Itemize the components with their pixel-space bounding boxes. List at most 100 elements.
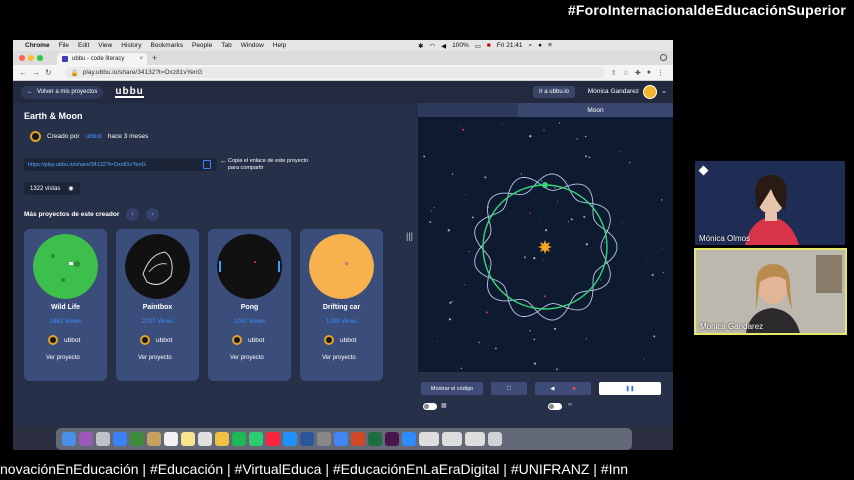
project-card[interactable]: Pong 1097 Views ubbot Ver proyecto <box>208 229 291 381</box>
music-icon[interactable] <box>266 432 280 446</box>
project-card[interactable]: Wild Life 1663 Views ubbot Ver proyecto <box>24 229 107 381</box>
copy-icon[interactable] <box>203 160 211 169</box>
close-tab-icon[interactable]: × <box>139 56 143 62</box>
powerpoint-icon[interactable] <box>351 432 365 446</box>
grid-toggle[interactable] <box>423 403 437 410</box>
bookmark-star-icon[interactable]: ☆ <box>623 69 629 77</box>
calendar-icon[interactable] <box>164 432 178 446</box>
project-stage[interactable] <box>418 117 673 372</box>
minimize-window-button[interactable] <box>28 55 34 61</box>
control-center-icon[interactable]: ≡ <box>548 42 552 49</box>
menu-file[interactable]: File <box>59 42 69 49</box>
clock[interactable]: Fri 21:41 <box>497 42 523 49</box>
participant-tile[interactable]: Mónica Olmos <box>695 161 845 245</box>
creator-name: ubbot <box>340 336 357 344</box>
star <box>533 338 536 341</box>
nav-buttons[interactable]: ←→↻ <box>19 68 57 77</box>
project-thumbnail[interactable] <box>217 234 282 299</box>
spotify-icon[interactable] <box>232 432 246 446</box>
slack-icon[interactable] <box>385 432 399 446</box>
messages-icon[interactable] <box>249 432 263 446</box>
flag-icon[interactable]: ■ <box>487 42 491 49</box>
menu-view[interactable]: View <box>98 42 112 49</box>
bluetooth-icon[interactable]: ✱ <box>418 42 423 50</box>
project-thumbnail[interactable] <box>33 234 98 299</box>
siri-icon[interactable]: ● <box>538 42 542 49</box>
fullscreen-button[interactable]: ⛶ <box>491 382 527 395</box>
word-icon[interactable] <box>300 432 314 446</box>
back-to-projects-button[interactable]: ← Volver a mis proyectos <box>21 85 104 99</box>
chrome-icon[interactable] <box>334 432 348 446</box>
safari-icon[interactable] <box>113 432 127 446</box>
menu-people[interactable]: People <box>192 42 212 49</box>
active-speaker-tile[interactable]: Monica Gandarez <box>694 248 847 335</box>
show-code-button[interactable]: Mostrar el código <box>421 382 483 395</box>
profile-menu-icon[interactable] <box>660 54 667 61</box>
star <box>448 318 452 321</box>
menu-edit[interactable]: Edit <box>78 42 89 49</box>
search-icon[interactable]: ⌕ <box>529 42 533 50</box>
extensions-icon[interactable]: ✚ <box>635 69 641 77</box>
avatar[interactable] <box>643 85 657 99</box>
menu-chrome[interactable]: Chrome <box>25 42 50 49</box>
project-thumbnail[interactable] <box>309 234 374 299</box>
new-tab-button[interactable]: + <box>152 53 157 63</box>
zoom-window-button[interactable] <box>37 55 43 61</box>
trash-icon[interactable] <box>488 432 502 446</box>
zoom-icon[interactable] <box>402 432 416 446</box>
chevron-down-icon[interactable]: ⌄ <box>661 87 667 95</box>
carousel-prev-button[interactable]: ‹ <box>126 208 139 221</box>
preview-icon[interactable] <box>130 432 144 446</box>
ubbu-logo[interactable]: ubbu <box>115 86 144 98</box>
browser-tab[interactable]: ubbu - code literacy × <box>57 53 147 65</box>
volume-icon[interactable]: ◀ <box>441 42 446 50</box>
view-project-link[interactable]: Ver proyecto <box>322 355 362 362</box>
menu-tab[interactable]: Tab <box>221 42 231 49</box>
close-window-button[interactable] <box>19 55 25 61</box>
carousel-next-button[interactable]: › <box>146 208 159 221</box>
tab-earth[interactable] <box>418 103 518 117</box>
share-link-field[interactable]: https://play.ubbu.io/share/34132?t=Oxz81… <box>24 158 217 171</box>
system-preferences-icon[interactable] <box>317 432 331 446</box>
view-project-link[interactable]: Ver proyecto <box>46 355 86 362</box>
app-store-icon[interactable] <box>283 432 297 446</box>
creator-link[interactable]: ubbot <box>86 133 102 140</box>
url-field[interactable]: 🔒 play.ubbu.io/share/34132?t=Oxz81vYenG <box>64 67 605 78</box>
menu-help[interactable]: Help <box>273 42 286 49</box>
star <box>604 241 606 244</box>
window-thumbnail-1[interactable] <box>419 432 439 446</box>
photos-icon[interactable] <box>215 432 229 446</box>
siri-icon[interactable] <box>79 432 93 446</box>
arrow-left-icon: ← <box>27 89 33 95</box>
share-icon[interactable]: ⇪ <box>611 69 617 77</box>
excel-icon[interactable] <box>368 432 382 446</box>
window-thumbnail-3[interactable] <box>465 432 485 446</box>
pause-button[interactable]: ❚❚ <box>599 382 661 395</box>
notes-icon[interactable] <box>181 432 195 446</box>
view-project-link[interactable]: Ver proyecto <box>230 355 270 362</box>
finder-icon[interactable] <box>62 432 76 446</box>
menu-bookmarks[interactable]: Bookmarks <box>150 42 183 49</box>
project-thumbnail[interactable] <box>125 234 190 299</box>
window-thumbnail-2[interactable] <box>442 432 462 446</box>
star <box>539 222 541 224</box>
menu-history[interactable]: History <box>121 42 141 49</box>
stop-icon[interactable]: ■ <box>572 386 575 392</box>
project-card[interactable]: Drifting car 1789 Views ubbot Ver proyec… <box>300 229 383 381</box>
view-project-link[interactable]: Ver proyecto <box>138 355 178 362</box>
volume-icon[interactable]: ◀ <box>550 386 554 392</box>
more-menu-icon[interactable]: ⋮ <box>657 69 664 77</box>
menu-window[interactable]: Window <box>241 42 264 49</box>
wifi-icon[interactable]: ◠ <box>429 42 435 50</box>
go-to-ubbu-button[interactable]: Ir a ubbu.io <box>532 86 575 98</box>
reminders-icon[interactable] <box>198 432 212 446</box>
avatar-icon[interactable]: ● <box>647 69 651 77</box>
project-card[interactable]: Paintbox 2237 Views ubbot Ver proyecto <box>116 229 199 381</box>
battery-percent[interactable]: 100% <box>452 42 469 49</box>
view-toggle[interactable] <box>548 403 562 410</box>
user-name[interactable]: Mónica Gandarez <box>588 88 639 95</box>
launchpad-icon[interactable] <box>96 432 110 446</box>
contacts-icon[interactable] <box>147 432 161 446</box>
panel-resize-handle[interactable]: ||| <box>406 231 413 241</box>
tab-moon[interactable]: Moon <box>518 103 673 117</box>
